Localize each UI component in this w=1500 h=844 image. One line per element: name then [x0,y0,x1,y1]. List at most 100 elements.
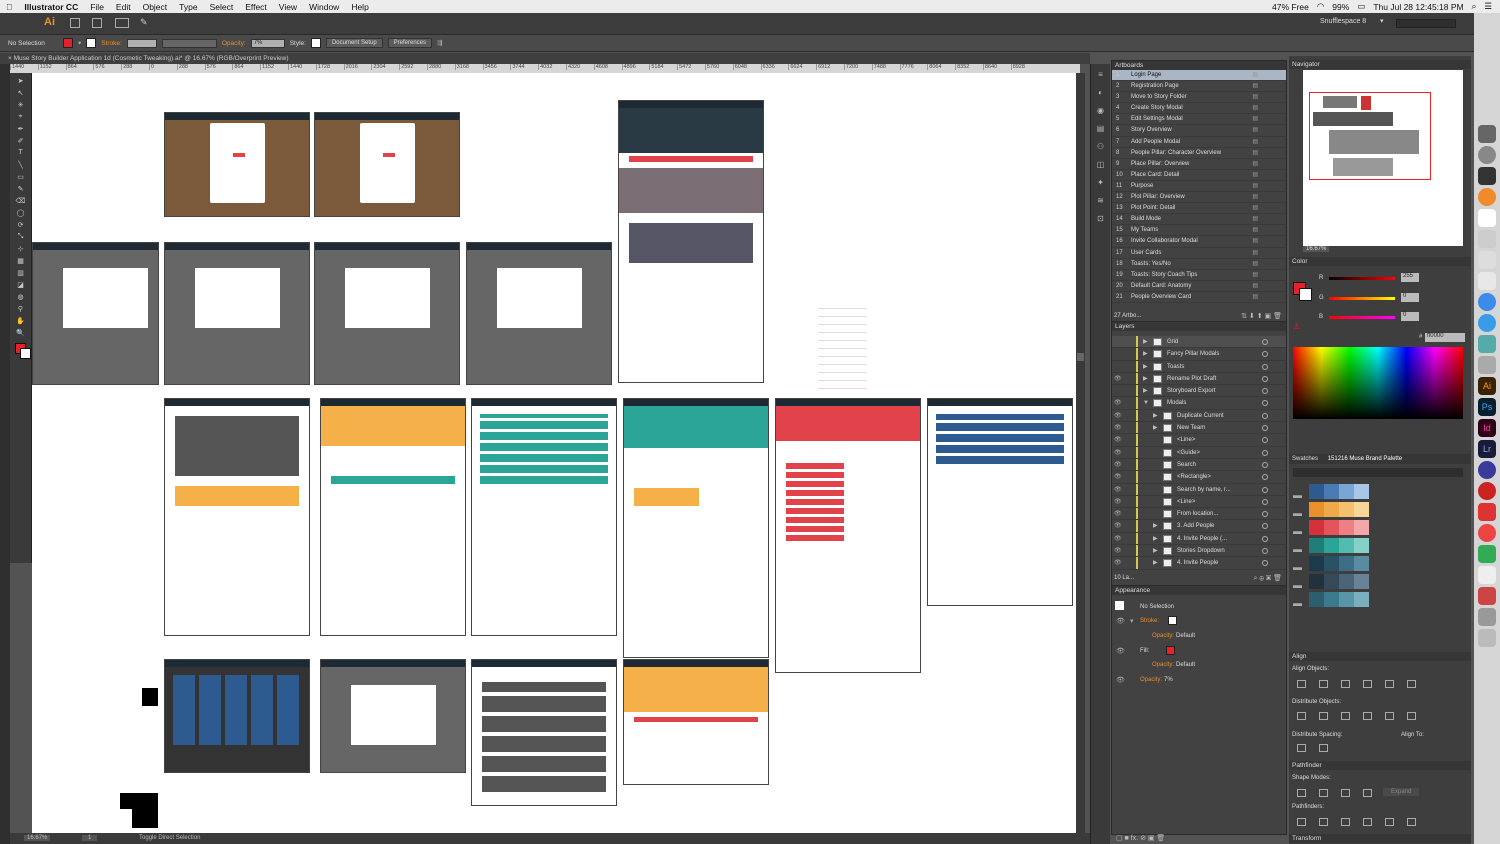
color-swatch[interactable] [1309,592,1324,607]
scale-icon[interactable]: ⤡ [14,232,28,241]
arrange-documents-icon[interactable] [115,18,129,28]
eye-icon[interactable]: 👁 [1114,447,1122,458]
target-icon[interactable] [1262,461,1268,468]
disclosure-triangle-icon[interactable]: ▶ [1153,533,1158,544]
shape-mode-buttons[interactable] [1297,789,1385,799]
distribute-spacing-buttons[interactable] [1297,744,1341,754]
g-slider[interactable] [1329,297,1395,300]
artboard-options-icon[interactable]: ▤ [1252,225,1258,235]
align-objects-buttons[interactable] [1297,680,1429,690]
layer-row[interactable]: 👁 From location... [1112,508,1286,521]
target-icon[interactable] [1262,548,1268,555]
r-value[interactable]: 255 [1401,273,1419,282]
black-shape[interactable] [142,688,158,706]
swatches-search[interactable] [1293,468,1463,477]
line-tool-icon[interactable]: ╲ [14,160,28,169]
artboard-thumbnail[interactable] [314,242,460,385]
fill-dropdown-icon[interactable]: ▾ [78,39,81,47]
artboard-thumbnail[interactable] [164,112,310,217]
menu-effect[interactable]: Effect [239,2,273,12]
target-icon[interactable] [1262,437,1268,444]
artboard-thumbnail[interactable] [623,659,769,785]
target-icon[interactable] [1262,425,1268,432]
artboard-row[interactable]: 5 Edit Settings Modal ▤ [1112,114,1286,126]
disclosure-triangle-icon[interactable]: ▶ [1143,336,1148,347]
navigator-zoom[interactable]: 16.67% [1303,246,1330,252]
disclosure-triangle-icon[interactable]: ▶ [1143,373,1148,384]
artboard-row[interactable]: 20 Default Card: Anatomy ▤ [1112,281,1286,292]
layer-row[interactable]: 👁 ▶ Rename Plot Draft [1112,372,1286,386]
color-swatch[interactable] [1309,538,1324,553]
stroke-attr-swatch[interactable] [1168,616,1177,625]
disclosure-triangle-icon[interactable]: ▶ [1153,557,1158,568]
eye-icon[interactable]: 👁 [1114,434,1122,445]
disclosure-triangle-icon[interactable]: ▶ [1143,385,1148,396]
artboard-thumbnail[interactable] [471,398,617,636]
eye-icon[interactable]: 👁 [1114,508,1122,519]
black-shape[interactable] [132,808,158,828]
artboard-row[interactable]: 13 Plot Point: Detail ▤ [1112,203,1286,215]
disclosure-triangle-icon[interactable]: ▶ [1153,410,1158,421]
menu-view[interactable]: View [273,2,303,12]
expand-button[interactable]: Expand [1383,788,1420,796]
finder-icon[interactable] [1478,125,1496,143]
color-spectrum[interactable] [1293,347,1463,419]
activity-monitor-icon[interactable] [1478,167,1496,185]
perspective-icon[interactable]: ◪ [14,280,28,289]
app-icon[interactable] [1478,188,1496,206]
lightroom-icon[interactable]: Lr [1478,440,1496,458]
artboard-row[interactable]: 18 Toasts: Yes/No ▤ [1112,259,1286,270]
color-swatch[interactable] [1339,574,1354,589]
eye-icon[interactable]: 👁 [1114,471,1122,482]
rectangle-tool-icon[interactable]: ▭ [14,172,28,181]
rotate-icon[interactable]: ⟳ [14,220,28,229]
menu-select[interactable]: Select [204,2,240,12]
color-swatch[interactable] [1309,556,1324,571]
color-swatch[interactable] [1324,484,1339,499]
layer-row[interactable]: 👁 ▶ Duplicate Current [1112,409,1286,423]
color-swatch[interactable] [1339,592,1354,607]
menu-help[interactable]: Help [345,2,374,12]
document-setup-button[interactable]: Document Setup [325,38,383,48]
settings-sketch[interactable] [818,301,866,389]
search-icon[interactable]: ⌕ [1472,1,1477,12]
artboard-options-icon[interactable]: ▤ [1252,236,1258,246]
color-swatch[interactable] [1354,484,1369,499]
stroke-label[interactable]: Stroke: [101,40,122,47]
black-shape[interactable] [120,793,158,809]
pathfinder-title[interactable]: Pathfinder [1289,761,1471,770]
eye-icon[interactable]: 👁 [1114,397,1122,408]
artboard-thumbnail[interactable] [164,398,310,636]
target-icon[interactable] [1262,498,1268,505]
artboard-options-icon[interactable]: ▤ [1252,248,1258,258]
r-slider[interactable] [1329,277,1395,280]
layer-row[interactable]: 👁 <Guide> [1112,446,1286,459]
style-swatch[interactable] [310,38,321,48]
artboard-options-icon[interactable]: ▤ [1252,192,1258,202]
app-icon[interactable] [1478,587,1496,605]
layer-row[interactable]: ▶ Storyboard Export [1112,385,1286,398]
artboard-options-icon[interactable]: ▤ [1252,148,1258,158]
menu-object[interactable]: Object [137,2,174,12]
horizontal-ruler[interactable]: 1440 1152 864 576 288 0 288 576 864 1152 1440 1728 2… [10,64,1080,73]
artboard-thumbnail[interactable] [623,398,769,658]
stroke-opacity-label[interactable]: Opacity: [1152,633,1174,639]
layer-row[interactable]: 👁 ▶ New Team [1112,422,1286,435]
ellipse-icon[interactable]: ◯ [14,208,28,217]
appearance-panel-title[interactable]: Appearance [1112,586,1286,595]
artboard-thumbnail[interactable] [471,659,617,806]
eye-icon[interactable]: 👁 [1114,459,1122,470]
eraser-icon[interactable]: ⌫ [14,196,28,205]
artboard-options-icon[interactable]: ▤ [1252,103,1258,113]
palette-tab[interactable]: 151216 Muse Brand Palette [1328,456,1402,462]
artboard-row[interactable]: 15 My Teams ▤ [1112,225,1286,237]
menu-type[interactable]: Type [173,2,203,12]
color-swatch[interactable] [1339,556,1354,571]
layer-row[interactable]: 👁 ▶ 4. Invite People (... [1112,532,1286,546]
artboard-row[interactable]: 4 Create Story Modal ▤ [1112,103,1286,115]
artboard-options-icon[interactable]: ▤ [1252,281,1258,291]
target-icon[interactable] [1262,375,1268,382]
arrange-icon[interactable]: ⇶ [437,39,442,47]
app-icon[interactable] [1478,503,1496,521]
brush-icon[interactable]: ✎ [140,17,148,28]
